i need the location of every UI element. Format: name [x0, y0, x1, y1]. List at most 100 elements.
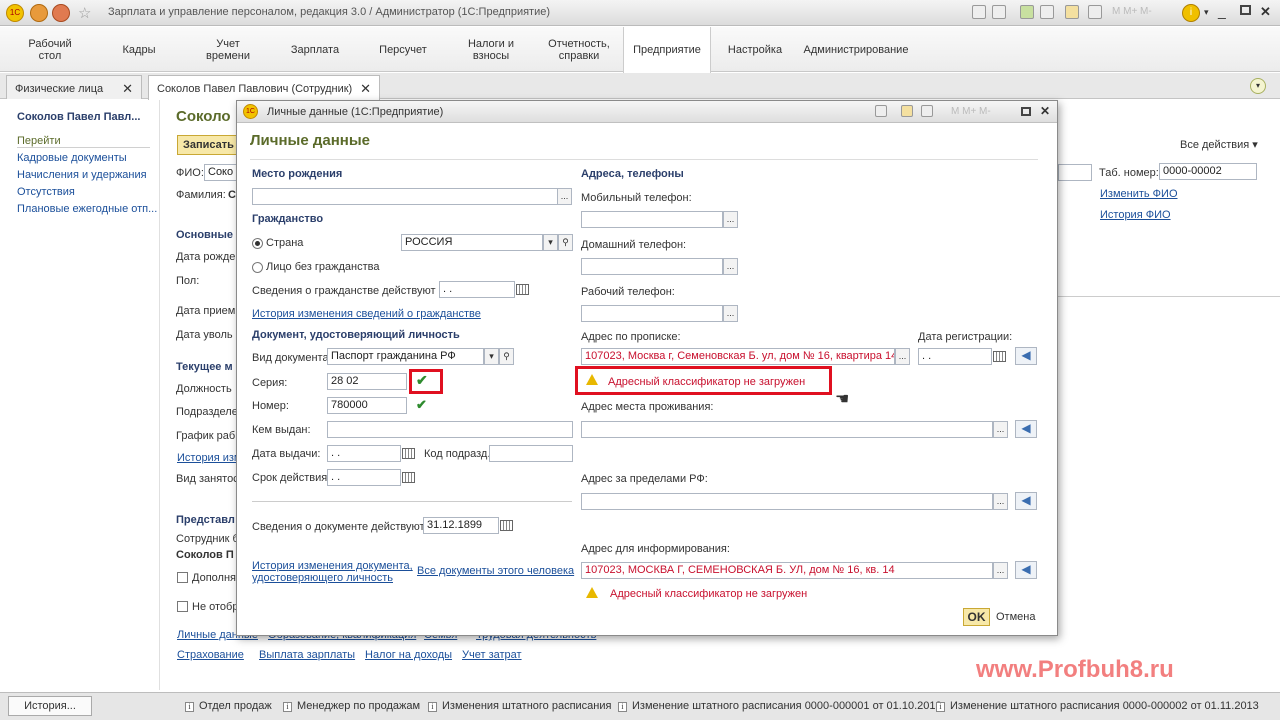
mobile-phone-field[interactable]: [581, 211, 723, 228]
tab-employee[interactable]: Соколов Павел Павлович (Сотрудник) ✕: [148, 75, 380, 100]
back-icon[interactable]: [52, 4, 70, 22]
abroad-address-field[interactable]: [581, 493, 993, 510]
work-phone-field[interactable]: [581, 305, 723, 322]
calendar-icon[interactable]: [921, 105, 933, 117]
status-item[interactable]: i Изменения штатного расписания: [428, 700, 611, 712]
no-show-checkbox[interactable]: [177, 601, 188, 612]
calculator-icon[interactable]: [1065, 5, 1079, 19]
status-item[interactable]: i Изменение штатного расписания 0000-0000…: [936, 700, 1259, 712]
calculator-icon[interactable]: [901, 105, 913, 117]
search-icon[interactable]: ⚲: [558, 234, 573, 251]
doc-history-link[interactable]: История изменения документа,: [252, 560, 413, 572]
calendar-icon[interactable]: [1088, 5, 1102, 19]
doc-kind-dropdown-icon[interactable]: ▾: [484, 348, 499, 365]
search-icon[interactable]: ⚲: [499, 348, 514, 365]
issued-by-field[interactable]: [327, 421, 573, 438]
section-enterprise[interactable]: Предприятие: [623, 27, 711, 73]
ok-button[interactable]: OK: [963, 608, 990, 626]
info-address-field[interactable]: 107023, МОСКВА Г, СЕМЕНОВСКАЯ Б. УЛ, дом…: [581, 562, 993, 579]
fio-history-link[interactable]: История ФИО: [1100, 209, 1171, 221]
maximize-icon[interactable]: [1021, 107, 1031, 116]
maximize-icon[interactable]: [1240, 5, 1251, 15]
citizenship-history-link[interactable]: История изменения сведений о гражданстве: [252, 308, 481, 320]
section-salary[interactable]: Зарплата: [284, 27, 346, 72]
memory-buttons[interactable]: M M+ M-: [1112, 6, 1152, 17]
cancel-button[interactable]: Отмена: [996, 611, 1035, 623]
doc-kind-field[interactable]: Паспорт гражданина РФ: [327, 348, 484, 365]
section-settings[interactable]: Настройка: [722, 27, 788, 72]
copy-address-arrow-icon[interactable]: ◀: [1015, 420, 1037, 438]
country-field[interactable]: РОССИЯ: [401, 234, 543, 251]
minimize-icon[interactable]: _: [1218, 3, 1226, 19]
close-icon[interactable]: ✕: [360, 81, 371, 97]
status-item[interactable]: i Изменение штатного расписания 0000-0000…: [618, 700, 942, 712]
reg-address-choose-button[interactable]: ...: [895, 348, 910, 365]
favorite-star-icon[interactable]: ☆: [78, 4, 91, 22]
link-income-tax[interactable]: Налог на доходы: [365, 649, 452, 661]
section-admin[interactable]: Администрирование: [802, 27, 910, 72]
section-time[interactable]: Учет времени: [205, 27, 251, 72]
section-desktop[interactable]: Рабочий стол: [22, 27, 78, 72]
calendar-icon[interactable]: [500, 520, 513, 531]
stateless-radio[interactable]: [252, 262, 263, 273]
country-dropdown-icon[interactable]: ▾: [543, 234, 558, 251]
reg-date-field[interactable]: . .: [918, 348, 992, 365]
tab-individuals[interactable]: Физические лица ✕: [6, 75, 142, 99]
calendar-icon[interactable]: [516, 284, 529, 295]
mobile-phone-choose-button[interactable]: ...: [723, 211, 738, 228]
app-logo-icon[interactable]: 1С: [6, 4, 24, 22]
calendar-icon[interactable]: [993, 351, 1006, 362]
dropdown-icon[interactable]: ▾: [1204, 7, 1209, 18]
history-button[interactable]: История...: [8, 696, 92, 716]
copy-address-arrow-icon[interactable]: ◀: [1015, 347, 1037, 365]
link-cost-accounting[interactable]: Учет затрат: [462, 649, 522, 661]
section-personnel[interactable]: Персучет: [372, 27, 434, 72]
doc-icon[interactable]: [1040, 5, 1054, 19]
series-field[interactable]: 28 02: [327, 373, 407, 390]
nav-item-vacations[interactable]: Плановые ежегодные отп...: [17, 203, 157, 215]
home-phone-field[interactable]: [581, 258, 723, 275]
link-insurance[interactable]: Страхование: [177, 649, 244, 661]
close-icon[interactable]: ✕: [1040, 104, 1050, 118]
live-address-choose-button[interactable]: ...: [993, 421, 1008, 438]
copy-address-arrow-icon[interactable]: ◀: [1015, 492, 1037, 510]
live-address-field[interactable]: [581, 421, 993, 438]
work-phone-choose-button[interactable]: ...: [723, 305, 738, 322]
print-icon[interactable]: [972, 5, 986, 19]
doc-history-link-line2[interactable]: удостоверяющего личность: [252, 572, 393, 584]
save-icon[interactable]: [992, 5, 1006, 19]
section-reports[interactable]: Отчетность, справки: [545, 27, 613, 72]
expiry-field[interactable]: . .: [327, 469, 401, 486]
tabs-menu-icon[interactable]: ▾: [1250, 78, 1266, 94]
calendar-icon[interactable]: [402, 448, 415, 459]
info-icon[interactable]: i: [1182, 4, 1200, 22]
tab-number-field[interactable]: 0000-00002: [1159, 163, 1257, 180]
section-taxes[interactable]: Налоги и взносы: [460, 27, 522, 72]
menu-icon[interactable]: [30, 4, 48, 22]
fio-field-end[interactable]: [1058, 164, 1092, 181]
change-fio-link[interactable]: Изменить ФИО: [1100, 188, 1178, 200]
number-field[interactable]: 780000: [327, 397, 407, 414]
link-salary-payment[interactable]: Выплата зарплаты: [259, 649, 355, 661]
copy-address-arrow-icon[interactable]: ◀: [1015, 561, 1037, 579]
nav-item-accruals[interactable]: Начисления и удержания: [17, 169, 147, 181]
link-icon[interactable]: [1020, 5, 1034, 19]
issue-date-field[interactable]: . .: [327, 445, 401, 462]
close-icon[interactable]: ✕: [122, 81, 133, 97]
all-docs-link[interactable]: Все документы этого человека: [417, 565, 574, 577]
info-address-choose-button[interactable]: ...: [993, 562, 1008, 579]
birthplace-field[interactable]: [252, 188, 558, 205]
add-checkbox[interactable]: [177, 572, 188, 583]
calendar-icon[interactable]: [402, 472, 415, 483]
subdiv-code-field[interactable]: [489, 445, 573, 462]
close-icon[interactable]: ✕: [1260, 4, 1271, 20]
status-item[interactable]: i Отдел продаж: [185, 700, 272, 712]
home-phone-choose-button[interactable]: ...: [723, 258, 738, 275]
birthplace-choose-button[interactable]: ...: [557, 188, 572, 205]
nav-item-absences[interactable]: Отсутствия: [17, 186, 75, 198]
abroad-address-choose-button[interactable]: ...: [993, 493, 1008, 510]
reg-address-field[interactable]: 107023, Москва г, Семеновская Б. ул, дом…: [581, 348, 895, 365]
print-icon[interactable]: [875, 105, 887, 117]
citizenship-valid-date[interactable]: . .: [439, 281, 515, 298]
status-item[interactable]: i Менеджер по продажам: [283, 700, 420, 712]
